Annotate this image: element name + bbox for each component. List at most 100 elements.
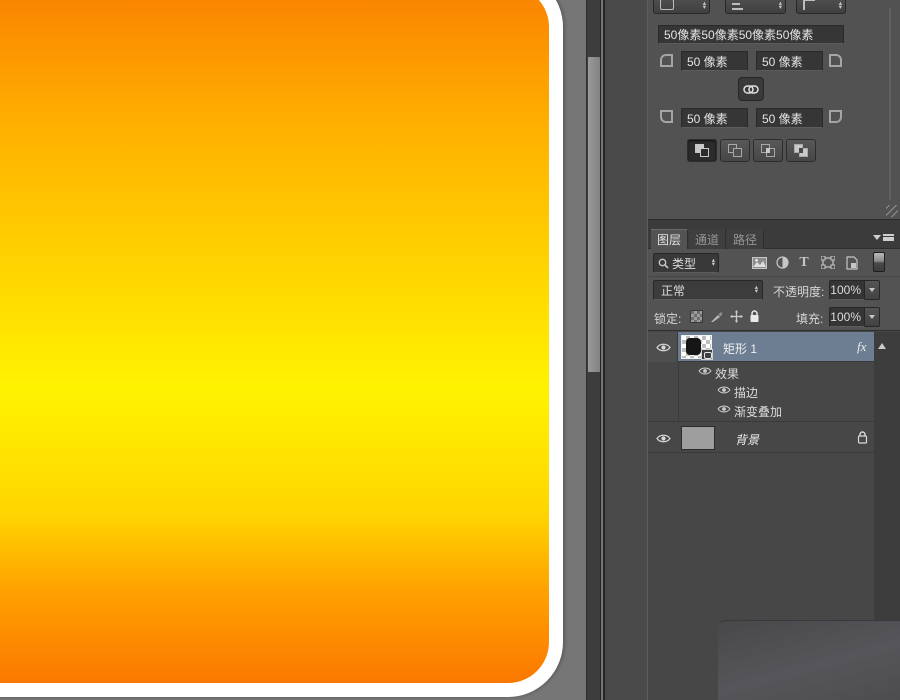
layer-filter-row: 类型 ▴▾ T — [648, 249, 900, 277]
properties-scrollbar[interactable] — [889, 8, 891, 200]
lock-image-pixels-icon[interactable] — [709, 309, 723, 323]
tab-channels[interactable]: 通道 — [689, 229, 726, 249]
layer-lock-icon — [857, 431, 868, 444]
eye-icon[interactable] — [656, 342, 671, 353]
shape-layer-filter-icon[interactable] — [820, 255, 836, 270]
shape-properties-panel: ▴▾ ▴▾ ▴▾ 50像素50像素50像素50像素 50 像素 50 像素 — [648, 0, 900, 220]
tab-paths-label: 路径 — [733, 231, 757, 248]
combine-shapes-button[interactable] — [687, 139, 717, 162]
chain-link-icon — [743, 85, 759, 94]
lock-label: 锁定: — [654, 310, 681, 327]
chevron-down-icon — [869, 315, 875, 319]
blend-mode-dropdown[interactable]: 正常 ▴▾ — [653, 280, 763, 300]
top-right-radius-field[interactable]: 50 像素 — [756, 51, 823, 71]
chevron-down-icon — [873, 235, 881, 240]
lock-all-icon[interactable] — [747, 309, 761, 323]
intersect-shapes-icon — [761, 144, 776, 158]
opacity-dropdown-button[interactable] — [865, 280, 880, 300]
visibility-column — [648, 332, 678, 362]
tab-channels-label: 通道 — [695, 231, 719, 248]
link-radius-values-button[interactable] — [738, 77, 764, 101]
layer-thumbnail[interactable] — [681, 426, 715, 450]
effect-row-stroke[interactable]: 描边 — [648, 381, 874, 400]
effects-group-row[interactable]: 效果 — [648, 362, 874, 381]
stepper-icon[interactable]: ▴▾ — [839, 2, 842, 10]
bottom-left-radius-value: 50 像素 — [687, 110, 728, 127]
bottom-left-radius-field[interactable]: 50 像素 — [681, 108, 748, 128]
adjustment-layer-filter-icon[interactable] — [774, 255, 790, 270]
stroke-corner-dropdown[interactable]: ▴▾ — [796, 0, 846, 14]
exclude-shapes-icon — [794, 144, 809, 158]
panel-tab-bar: 图层 通道 路径 — [648, 229, 900, 249]
pixel-layer-filter-icon[interactable] — [751, 255, 767, 270]
tab-layers[interactable]: 图层 — [651, 229, 688, 249]
eye-icon[interactable] — [656, 433, 671, 444]
eye-icon[interactable] — [698, 366, 712, 376]
panel-menu-button[interactable] — [873, 234, 894, 241]
bottom-right-corner-icon — [829, 110, 842, 123]
eye-icon[interactable] — [717, 385, 731, 395]
bottom-right-radius-value: 50 像素 — [762, 110, 803, 127]
layer-row-background[interactable]: 背景 — [648, 421, 874, 453]
stepper-icon: ▴▾ — [712, 259, 715, 267]
smart-object-filter-icon[interactable] — [844, 255, 860, 270]
layers-panel: 图层 通道 路径 — [648, 229, 900, 700]
top-left-corner-icon — [660, 54, 673, 67]
intersect-shapes-button[interactable] — [753, 139, 783, 162]
filter-toggle-switch[interactable] — [873, 252, 885, 272]
effect-stroke-label: 描边 — [734, 384, 758, 401]
corner-radius-summary-field[interactable]: 50像素50像素50像素50像素 — [658, 25, 844, 44]
bottom-left-corner-icon — [660, 110, 673, 123]
menu-lines-icon — [883, 234, 894, 241]
stepper-icon[interactable]: ▴▾ — [703, 2, 706, 10]
photoshop-window: ▴▾ ▴▾ ▴▾ 50像素50像素50像素50像素 50 像素 50 像素 — [0, 0, 900, 700]
workspace-background — [603, 0, 647, 700]
canvas-scrollbar-thumb[interactable] — [588, 57, 600, 372]
effects-group-label: 效果 — [715, 365, 739, 382]
fx-badge[interactable]: fx — [857, 339, 866, 355]
layer-thumbnail[interactable] — [681, 335, 712, 359]
fill-value: 100% — [830, 310, 861, 324]
effect-row-gradient-overlay[interactable]: 渐变叠加 — [648, 400, 874, 419]
opacity-label: 不透明度: — [773, 283, 824, 300]
panel-resize-grip[interactable] — [886, 205, 898, 217]
collapse-effects-arrow[interactable] — [878, 343, 886, 349]
stroke-corner-icon — [803, 0, 815, 10]
stroke-type-dropdown[interactable]: ▴▾ — [653, 0, 710, 14]
stroke-align-dropdown[interactable]: ▴▾ — [725, 0, 786, 14]
top-left-radius-value: 50 像素 — [687, 53, 728, 70]
fill-dropdown-button[interactable] — [865, 307, 880, 327]
stroke-align-icon — [732, 0, 743, 10]
bottom-right-radius-field[interactable]: 50 像素 — [756, 108, 823, 128]
tab-paths[interactable]: 路径 — [727, 229, 764, 249]
layer-name[interactable]: 背景 — [735, 431, 759, 448]
layer-name[interactable]: 矩形 1 — [723, 340, 757, 357]
lock-transparent-pixels-icon[interactable] — [689, 309, 703, 323]
fill-value-field[interactable]: 100% — [829, 307, 865, 327]
exclude-shapes-button[interactable] — [786, 139, 816, 162]
stroke-type-icon — [660, 0, 674, 10]
corner-radius-summary-value: 50像素50像素50像素50像素 — [664, 26, 813, 43]
top-right-radius-value: 50 像素 — [762, 53, 803, 70]
watermark-region — [718, 620, 900, 700]
eye-icon[interactable] — [717, 404, 731, 414]
lock-position-icon[interactable] — [729, 309, 743, 323]
stepper-icon: ▴▾ — [755, 286, 758, 294]
right-panel: ▴▾ ▴▾ ▴▾ 50像素50像素50像素50像素 50 像素 50 像素 — [647, 0, 900, 700]
opacity-value-field[interactable]: 100% — [829, 280, 865, 300]
canvas-vertical-scrollbar[interactable] — [586, 0, 601, 700]
rounded-rectangle-shape[interactable] — [0, 0, 563, 697]
top-left-radius-field[interactable]: 50 像素 — [681, 51, 748, 71]
panel-divider — [648, 220, 900, 229]
search-icon — [658, 258, 669, 269]
stepper-icon[interactable]: ▴▾ — [779, 2, 782, 10]
subtract-shape-button[interactable] — [720, 139, 750, 162]
type-layer-filter-icon[interactable]: T — [796, 255, 812, 270]
lock-row: 锁定: 填充: 100% — [648, 304, 900, 331]
tab-layers-label: 图层 — [657, 231, 681, 248]
top-right-corner-icon — [829, 54, 842, 67]
filter-type-dropdown[interactable]: 类型 ▴▾ — [653, 253, 719, 273]
layer-row-rectangle[interactable]: 矩形 1 fx — [648, 332, 874, 362]
document-canvas[interactable] — [0, 0, 603, 700]
blend-mode-value: 正常 — [661, 282, 685, 299]
